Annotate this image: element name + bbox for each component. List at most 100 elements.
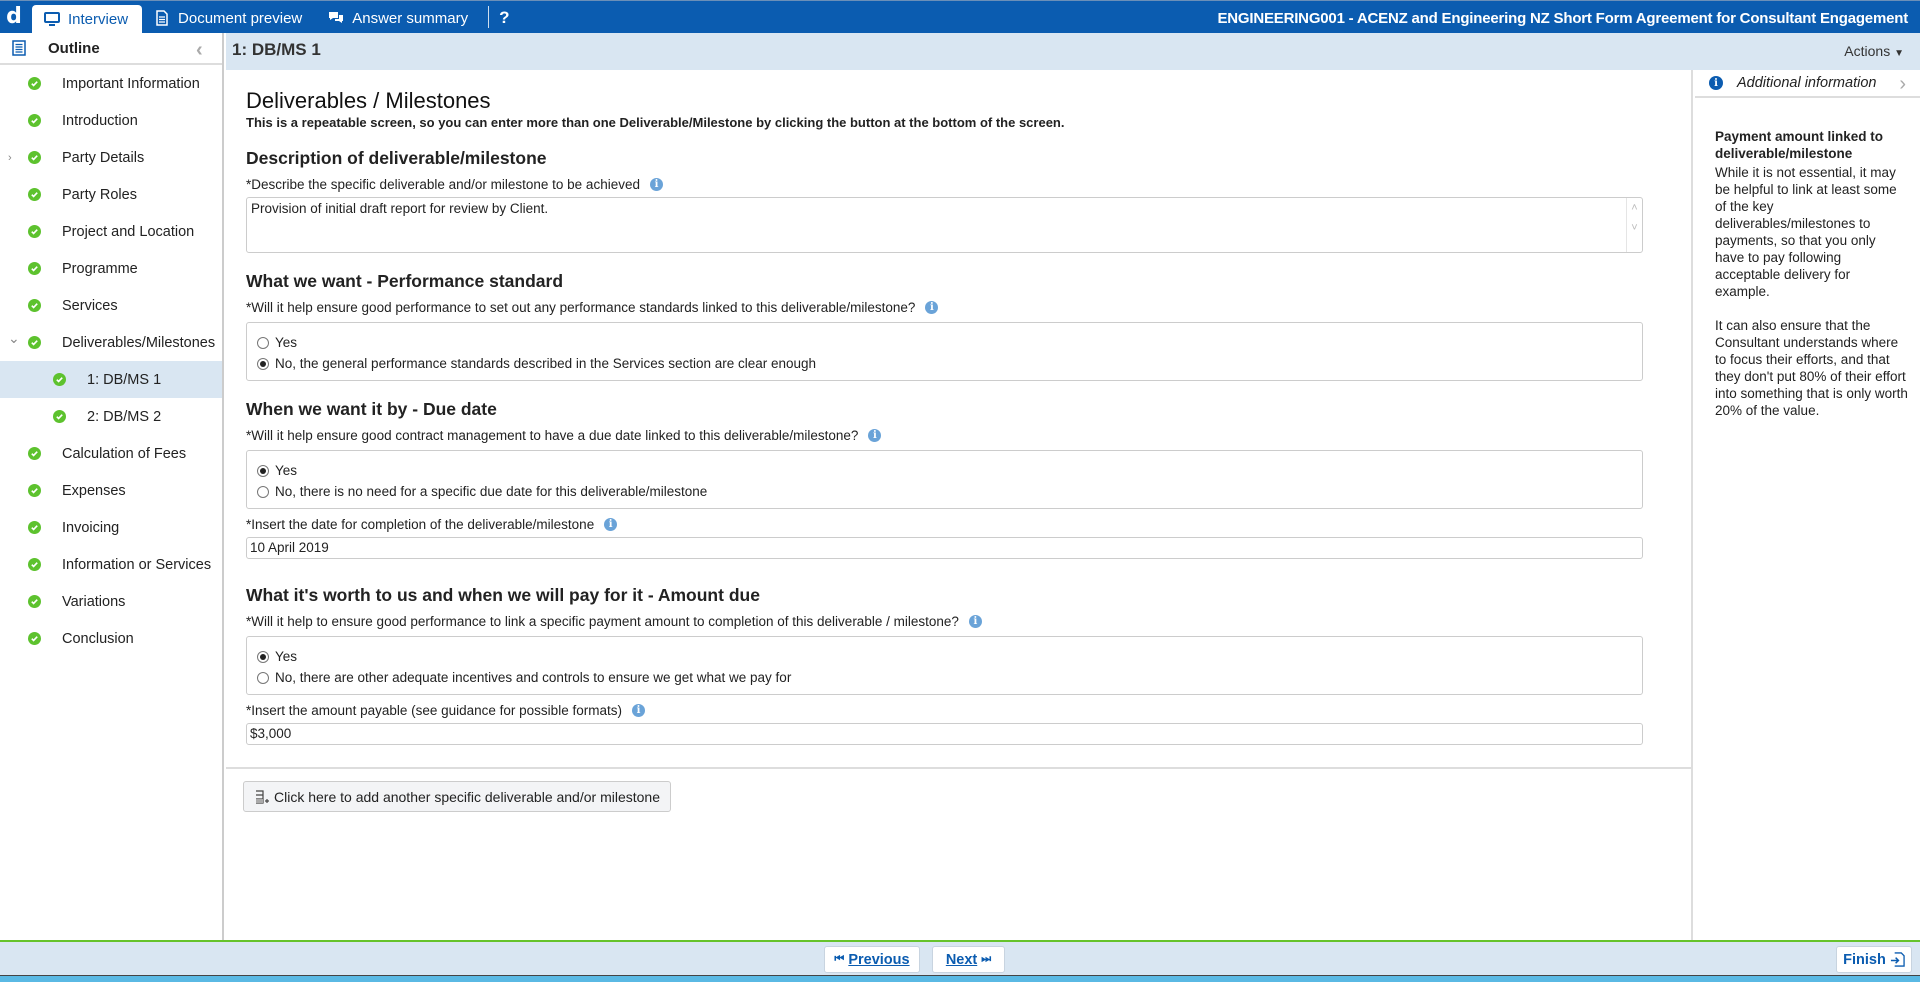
info-icon[interactable]: i — [968, 615, 982, 628]
sidebar-item[interactable]: Introduction — [0, 102, 222, 139]
question-label: *Insert the amount payable (see guidance… — [246, 703, 1643, 718]
screen-subtitle: This is a repeatable screen, so you can … — [246, 115, 1065, 130]
guidance-paragraph: It can also ensure that the Consultant u… — [1715, 318, 1908, 418]
chevron-right-icon[interactable]: › — [8, 152, 18, 164]
amount-option-no[interactable]: No, there are other adequate incentives … — [257, 667, 1632, 688]
question-text: *Will it help to ensure good performance… — [246, 614, 959, 629]
sidebar-item[interactable]: Party Roles — [0, 176, 222, 213]
option-label: Yes — [275, 649, 298, 664]
taskbar-strip — [0, 975, 1920, 982]
collapse-sidebar-icon[interactable]: ‹ — [196, 39, 203, 62]
radio-button[interactable] — [257, 357, 269, 370]
complete-check-icon — [28, 521, 41, 534]
page-title: 1: DB/MS 1 — [232, 40, 321, 59]
content-divider — [226, 767, 1693, 769]
info-icon[interactable]: i — [631, 704, 645, 717]
outline-header: Outline ‹ — [0, 33, 222, 65]
actions-menu[interactable]: Actions ▼ — [1844, 43, 1904, 59]
additional-info-panel: i Additional information › Payment amoun… — [1695, 70, 1920, 940]
screen-heading: Deliverables / Milestones — [246, 88, 491, 113]
previous-label: Previous — [848, 951, 910, 968]
complete-check-icon — [28, 595, 41, 608]
document-icon — [156, 10, 168, 26]
performance-option-yes[interactable]: Yes — [257, 332, 1632, 353]
previous-button[interactable]: ⏮ Previous — [824, 946, 920, 973]
amount-payable-input[interactable]: $3,000 — [246, 723, 1643, 745]
option-label: No, there are other adequate incentives … — [275, 670, 792, 685]
sidebar-item-label: Party Roles — [62, 186, 137, 203]
tab-separator — [488, 6, 490, 28]
complete-check-icon — [53, 373, 66, 386]
question-label: *Will it help ensure good contract manag… — [246, 428, 1643, 443]
sidebar-item-label: Variations — [62, 593, 126, 610]
complete-check-icon — [28, 447, 41, 460]
sidebar-item[interactable]: 1: DB/MS 1 — [0, 361, 222, 398]
scroll-down-icon[interactable]: ˅ — [1627, 222, 1642, 234]
complete-check-icon — [28, 114, 41, 127]
info-icon[interactable]: i — [649, 178, 663, 191]
tab-label: Interview — [68, 10, 129, 28]
complete-check-icon — [28, 188, 41, 201]
next-button[interactable]: Next ⏭ — [932, 946, 1005, 973]
option-label: Yes — [275, 335, 298, 350]
help-button[interactable]: ? — [499, 8, 509, 28]
finish-button[interactable]: Finish — [1836, 946, 1912, 973]
sidebar-item-label: 2: DB/MS 2 — [87, 408, 162, 425]
chat-bubbles-icon — [329, 12, 344, 23]
sidebar-item-label: Services — [62, 297, 118, 314]
sidebar-item[interactable]: Calculation of Fees — [0, 435, 222, 472]
option-label: No, there is no need for a specific due … — [275, 484, 708, 499]
sidebar-item[interactable]: Variations — [0, 583, 222, 620]
sidebar-item[interactable]: Expenses — [0, 472, 222, 509]
tab-answer-summary[interactable]: Answer summary — [316, 5, 482, 31]
textarea-scrollbar[interactable]: ˄ ˅ — [1626, 198, 1642, 252]
additional-info-title: Additional information — [1737, 75, 1877, 91]
performance-option-no[interactable]: No, the general performance standards de… — [257, 353, 1632, 374]
sidebar-item[interactable]: Important Information — [0, 65, 222, 102]
guidance-text: Payment amount linked to deliverable/mil… — [1695, 98, 1920, 419]
radio-button[interactable] — [257, 464, 269, 477]
sidebar-item[interactable]: › Party Details — [0, 139, 222, 176]
question-text: *Insert the date for completion of the d… — [246, 517, 595, 532]
sidebar-item[interactable]: 2: DB/MS 2 — [0, 398, 222, 435]
info-icon[interactable]: i — [604, 518, 618, 531]
tab-label: Document preview — [178, 9, 303, 27]
complete-check-icon — [28, 77, 41, 90]
amount-option-yes[interactable]: Yes — [257, 646, 1632, 667]
description-textarea[interactable]: Provision of initial draft report for re… — [246, 197, 1643, 253]
sidebar-item-label: 1: DB/MS 1 — [87, 371, 162, 388]
collapse-panel-icon[interactable]: › — [1899, 73, 1906, 96]
sidebar-item[interactable]: Information or Services — [0, 546, 222, 583]
tab-interview[interactable]: Interview — [32, 5, 143, 33]
radio-button[interactable] — [257, 650, 269, 663]
sidebar-item-label: Deliverables/Milestones — [62, 334, 216, 351]
sidebar-item[interactable]: Programme — [0, 250, 222, 287]
sidebar-item[interactable]: Conclusion — [0, 620, 222, 657]
sidebar-item[interactable]: Invoicing — [0, 509, 222, 546]
due-date-option-yes[interactable]: Yes — [257, 460, 1632, 481]
radio-button[interactable] — [257, 336, 269, 349]
sidebar-item[interactable]: ⌄ Deliverables/Milestones — [0, 324, 222, 361]
sidebar-item-label: Invoicing — [62, 519, 120, 536]
skip-back-icon: ⏮ — [834, 953, 845, 965]
radio-button[interactable] — [257, 671, 269, 684]
description-value: Provision of initial draft report for re… — [251, 201, 549, 216]
sidebar-item[interactable]: Services — [0, 287, 222, 324]
complete-check-icon — [28, 336, 41, 349]
chevron-down-icon[interactable]: ⌄ — [8, 330, 20, 347]
completion-date-input[interactable]: 10 April 2019 — [246, 537, 1643, 559]
sidebar-item[interactable]: Project and Location — [0, 213, 222, 250]
add-deliverable-button[interactable]: Click here to add another specific deliv… — [243, 781, 671, 812]
scroll-up-icon[interactable]: ˄ — [1627, 202, 1642, 214]
due-date-option-no[interactable]: No, there is no need for a specific due … — [257, 481, 1632, 502]
amount-radio-group: Yes No, there are other adequate incenti… — [246, 636, 1643, 695]
question-label: *Will it help ensure good performance to… — [246, 300, 1643, 315]
sidebar-item-label: Calculation of Fees — [62, 445, 187, 462]
info-icon[interactable]: i — [925, 301, 939, 314]
radio-button[interactable] — [257, 485, 269, 498]
guidance-paragraph: While it is not essential, it may be hel… — [1715, 165, 1897, 299]
info-icon[interactable]: i — [868, 429, 882, 442]
tab-document-preview[interactable]: Document preview — [142, 5, 316, 31]
sidebar-item-label: Party Details — [62, 149, 145, 166]
actions-label: Actions — [1844, 43, 1891, 59]
